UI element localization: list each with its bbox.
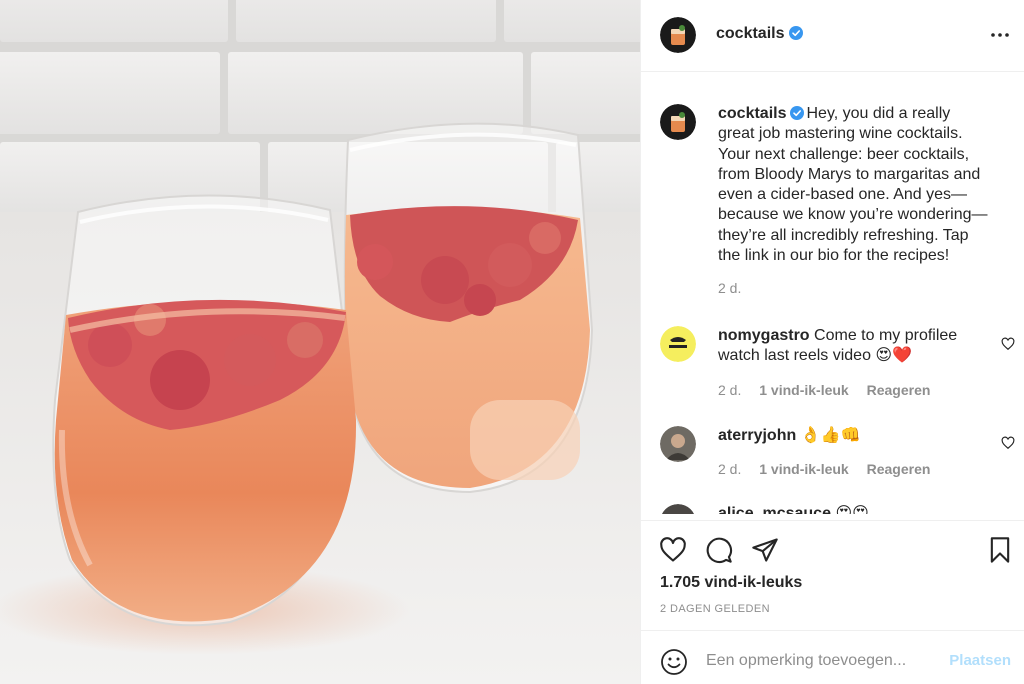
author-username-text[interactable]: cocktails (716, 25, 784, 42)
comment-meta: 2 d. 1 vind-ik-leuk Reageren (718, 461, 944, 477)
more-options-icon[interactable] (989, 26, 1011, 44)
nomygastro-avatar-icon (660, 326, 696, 362)
comments-list[interactable]: cocktails Hey, you did a really great job… (641, 76, 1024, 514)
caption-line: from Bloody Marys to margaritas and (718, 165, 981, 183)
comment-username[interactable]: aterryjohn (718, 427, 796, 444)
comment-line: 😍😍 (835, 505, 869, 514)
likes-count[interactable]: 1.705 vind-ik-leuks (660, 574, 802, 592)
reply-button[interactable]: Reageren (867, 461, 931, 477)
comment-bubble-icon[interactable] (705, 536, 733, 564)
comment-username[interactable]: alice_mcsauce (718, 505, 831, 514)
reply-button[interactable]: Reageren (867, 382, 931, 398)
comment-text: aterryjohn 👌👍👊 (718, 426, 1014, 446)
caption-line: great job mastering wine cocktails. (718, 125, 963, 143)
like-comment-heart-icon[interactable] (1001, 436, 1015, 450)
caption-username[interactable]: cocktails (718, 105, 786, 122)
cocktail-glass-avatar-icon (660, 104, 696, 140)
author-avatar[interactable] (660, 17, 696, 53)
comment-timestamp[interactable]: 2 d. (718, 461, 741, 477)
comment-username[interactable]: nomygastro (718, 327, 810, 344)
comment-text: alice_mcsauce 😍😍 (718, 504, 1014, 514)
author-username[interactable]: cocktails (716, 25, 804, 43)
aterryjohn-avatar-icon (660, 426, 696, 462)
comment-likes-count[interactable]: 1 vind-ik-leuk (759, 461, 848, 477)
comment-meta: 2 d. 1 vind-ik-leuk Reageren (718, 382, 944, 398)
comment-likes-count[interactable]: 1 vind-ik-leuk (759, 382, 848, 398)
caption-timestamp[interactable]: 2 d. (718, 280, 741, 296)
caption-line: the link in our bio for the recipes! (718, 247, 950, 265)
cocktail-glass-avatar-icon (660, 17, 696, 53)
caption-line: Your next challenge: beer cocktails, (718, 145, 970, 163)
commenter-avatar[interactable] (660, 326, 696, 362)
save-bookmark-icon[interactable] (986, 536, 1014, 564)
caption-text: cocktails Hey, you did a really great job… (718, 104, 1014, 266)
like-heart-icon[interactable] (659, 536, 687, 564)
caption-author-avatar[interactable] (660, 104, 696, 140)
caption-line: they’re all incredibly refreshing. Tap (718, 226, 969, 244)
caption-line: because we know you’re wondering— (718, 206, 988, 224)
verified-badge-icon (789, 26, 804, 40)
emoji-smiley-icon[interactable] (660, 648, 688, 676)
like-comment-heart-icon[interactable] (1001, 337, 1015, 351)
caption-meta: 2 d. (718, 280, 755, 296)
posted-time[interactable]: 2 DAGEN GELEDEN (660, 603, 770, 615)
caption-line: even a cider-based one. And yes— (718, 186, 968, 204)
cocktail-photo (0, 0, 640, 684)
post-comment-button[interactable]: Plaatsen (949, 652, 1011, 669)
post-side-panel: cocktails cocktails Hey, you did a reall… (640, 0, 1024, 684)
post-header: cocktails (641, 0, 1024, 72)
verified-badge-icon (790, 106, 805, 120)
caption-line: Hey, you did a really (806, 105, 951, 122)
comment-timestamp[interactable]: 2 d. (718, 382, 741, 398)
commenter-avatar[interactable] (660, 504, 696, 514)
alice-avatar-icon (661, 504, 695, 514)
add-comment-input[interactable] (706, 648, 926, 674)
comment-text: nomygastro Come to my profilee watch las… (718, 326, 1014, 367)
post-actions: 1.705 vind-ik-leuks 2 DAGEN GELEDEN (641, 520, 1024, 630)
comment-line: 👌👍👊 (800, 427, 861, 444)
add-comment-bar: Plaatsen (641, 630, 1024, 684)
comment-line: watch last reels video 😍❤️ (718, 347, 913, 365)
comment-line: Come to my profilee (814, 327, 958, 344)
share-paper-plane-icon[interactable] (751, 536, 779, 564)
instagram-post-modal: cocktails cocktails Hey, you did a reall… (0, 0, 1024, 684)
post-image[interactable] (0, 0, 640, 684)
commenter-avatar[interactable] (660, 426, 696, 462)
